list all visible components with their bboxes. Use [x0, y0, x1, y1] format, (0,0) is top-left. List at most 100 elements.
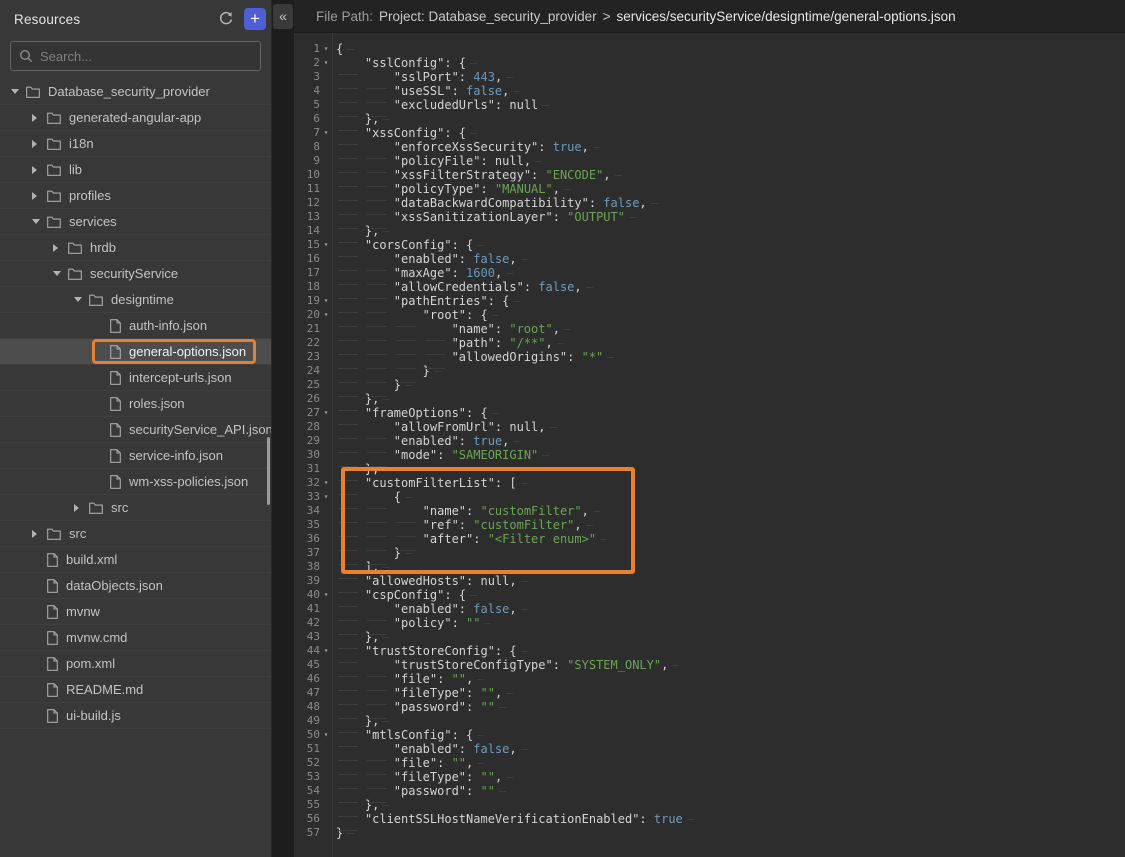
code-line-32[interactable]: 32▾"customFilterList": [ — [294, 476, 1125, 490]
code-line-8[interactable]: 8"enforceXssSecurity": true, — [294, 140, 1125, 154]
code-line-5[interactable]: 5"excludedUrls": null — [294, 98, 1125, 112]
add-resource-button[interactable]: + — [244, 8, 266, 30]
collapse-panel-button[interactable]: « — [273, 4, 293, 29]
code-line-7[interactable]: 7▾"xssConfig": { — [294, 126, 1125, 140]
fold-marker-icon[interactable]: ▾ — [320, 126, 332, 140]
chevron-right-icon[interactable] — [32, 192, 37, 200]
code-line-55[interactable]: 55}, — [294, 798, 1125, 812]
code-line-2[interactable]: 2▾"sslConfig": { — [294, 56, 1125, 70]
tree-item-Database_security_provider[interactable]: Database_security_provider — [0, 79, 271, 105]
tree-item-README.md[interactable]: README.md — [0, 677, 271, 703]
fold-marker-icon[interactable]: ▾ — [320, 406, 332, 420]
fold-marker-icon[interactable]: ▾ — [320, 644, 332, 658]
code-line-11[interactable]: 11"policyType": "MANUAL", — [294, 182, 1125, 196]
chevron-right-icon[interactable] — [74, 504, 79, 512]
code-line-47[interactable]: 47"fileType": "", — [294, 686, 1125, 700]
code-line-22[interactable]: 22"path": "/**", — [294, 336, 1125, 350]
chevron-right-icon[interactable] — [32, 140, 37, 148]
code-line-34[interactable]: 34"name": "customFilter", — [294, 504, 1125, 518]
tree-item-ui-build.js[interactable]: ui-build.js — [0, 703, 271, 729]
fold-marker-icon[interactable]: ▾ — [320, 588, 332, 602]
code-line-13[interactable]: 13"xssSanitizationLayer": "OUTPUT" — [294, 210, 1125, 224]
chevron-down-icon[interactable] — [74, 297, 82, 302]
code-line-53[interactable]: 53"fileType": "", — [294, 770, 1125, 784]
tree-item-profiles[interactable]: profiles — [0, 183, 271, 209]
tree-item-hrdb[interactable]: hrdb — [0, 235, 271, 261]
tree-item-intercept-urls.json[interactable]: intercept-urls.json — [0, 365, 271, 391]
fold-marker-icon[interactable]: ▾ — [320, 728, 332, 742]
code-line-37[interactable]: 37} — [294, 546, 1125, 560]
tree-item-src[interactable]: src — [0, 495, 271, 521]
code-line-51[interactable]: 51"enabled": false, — [294, 742, 1125, 756]
tree-item-generated-angular-app[interactable]: generated-angular-app — [0, 105, 271, 131]
tree-item-service-info.json[interactable]: service-info.json — [0, 443, 271, 469]
code-line-10[interactable]: 10"xssFilterStrategy": "ENCODE", — [294, 168, 1125, 182]
tree-item-designtime[interactable]: designtime — [0, 287, 271, 313]
code-line-33[interactable]: 33▾{ — [294, 490, 1125, 504]
code-line-23[interactable]: 23"allowedOrigins": "*" — [294, 350, 1125, 364]
tree-item-roles.json[interactable]: roles.json — [0, 391, 271, 417]
code-line-16[interactable]: 16"enabled": false, — [294, 252, 1125, 266]
fold-marker-icon[interactable]: ▾ — [320, 238, 332, 252]
chevron-down-icon[interactable] — [11, 89, 19, 94]
code-line-17[interactable]: 17"maxAge": 1600, — [294, 266, 1125, 280]
tree-item-lib[interactable]: lib — [0, 157, 271, 183]
code-line-48[interactable]: 48"password": "" — [294, 700, 1125, 714]
tree-item-securityService_API.json[interactable]: securityService_API.json — [0, 417, 271, 443]
code-line-46[interactable]: 46"file": "", — [294, 672, 1125, 686]
chevron-right-icon[interactable] — [53, 244, 58, 252]
code-line-24[interactable]: 24} — [294, 364, 1125, 378]
code-line-28[interactable]: 28"allowFromUrl": null, — [294, 420, 1125, 434]
code-line-52[interactable]: 52"file": "", — [294, 756, 1125, 770]
code-line-14[interactable]: 14}, — [294, 224, 1125, 238]
code-line-4[interactable]: 4"useSSL": false, — [294, 84, 1125, 98]
code-line-27[interactable]: 27▾"frameOptions": { — [294, 406, 1125, 420]
code-line-36[interactable]: 36"after": "<Filter enum>" — [294, 532, 1125, 546]
chevron-down-icon[interactable] — [32, 219, 40, 224]
chevron-right-icon[interactable] — [32, 530, 37, 538]
code-line-20[interactable]: 20▾"root": { — [294, 308, 1125, 322]
code-line-57[interactable]: 57} — [294, 826, 1125, 840]
code-line-38[interactable]: 38], — [294, 560, 1125, 574]
code-line-31[interactable]: 31}, — [294, 462, 1125, 476]
code-line-56[interactable]: 56"clientSSLHostNameVerificationEnabled"… — [294, 812, 1125, 826]
fold-marker-icon[interactable]: ▾ — [320, 56, 332, 70]
tree-item-wm-xss-policies.json[interactable]: wm-xss-policies.json — [0, 469, 271, 495]
code-line-41[interactable]: 41"enabled": false, — [294, 602, 1125, 616]
code-line-45[interactable]: 45"trustStoreConfigType": "SYSTEM_ONLY", — [294, 658, 1125, 672]
code-line-9[interactable]: 9"policyFile": null, — [294, 154, 1125, 168]
fold-marker-icon[interactable]: ▾ — [320, 42, 332, 56]
chevron-right-icon[interactable] — [32, 114, 37, 122]
code-line-6[interactable]: 6}, — [294, 112, 1125, 126]
code-line-29[interactable]: 29"enabled": true, — [294, 434, 1125, 448]
refresh-icon[interactable] — [215, 8, 237, 30]
code-line-50[interactable]: 50▾"mtlsConfig": { — [294, 728, 1125, 742]
chevron-down-icon[interactable] — [53, 271, 61, 276]
tree-item-mvnw.cmd[interactable]: mvnw.cmd — [0, 625, 271, 651]
tree-item-securityService[interactable]: securityService — [0, 261, 271, 287]
code-line-30[interactable]: 30"mode": "SAMEORIGIN" — [294, 448, 1125, 462]
fold-marker-icon[interactable]: ▾ — [320, 490, 332, 504]
tree-scrollbar-thumb[interactable] — [267, 437, 270, 505]
tree-item-src[interactable]: src — [0, 521, 271, 547]
code-line-39[interactable]: 39"allowedHosts": null, — [294, 574, 1125, 588]
fold-marker-icon[interactable]: ▾ — [320, 308, 332, 322]
search-input[interactable] — [40, 49, 252, 64]
code-line-35[interactable]: 35"ref": "customFilter", — [294, 518, 1125, 532]
code-line-15[interactable]: 15▾"corsConfig": { — [294, 238, 1125, 252]
code-line-44[interactable]: 44▾"trustStoreConfig": { — [294, 644, 1125, 658]
tree-item-build.xml[interactable]: build.xml — [0, 547, 271, 573]
fold-marker-icon[interactable]: ▾ — [320, 294, 332, 308]
tree-item-pom.xml[interactable]: pom.xml — [0, 651, 271, 677]
code-line-21[interactable]: 21"name": "root", — [294, 322, 1125, 336]
fold-marker-icon[interactable]: ▾ — [320, 476, 332, 490]
code-line-40[interactable]: 40▾"cspConfig": { — [294, 588, 1125, 602]
code-line-43[interactable]: 43}, — [294, 630, 1125, 644]
tree-item-auth-info.json[interactable]: auth-info.json — [0, 313, 271, 339]
tree-item-services[interactable]: services — [0, 209, 271, 235]
code-line-49[interactable]: 49}, — [294, 714, 1125, 728]
tree-item-mvnw[interactable]: mvnw — [0, 599, 271, 625]
search-box[interactable] — [10, 41, 261, 71]
code-line-19[interactable]: 19▾"pathEntries": { — [294, 294, 1125, 308]
code-line-54[interactable]: 54"password": "" — [294, 784, 1125, 798]
